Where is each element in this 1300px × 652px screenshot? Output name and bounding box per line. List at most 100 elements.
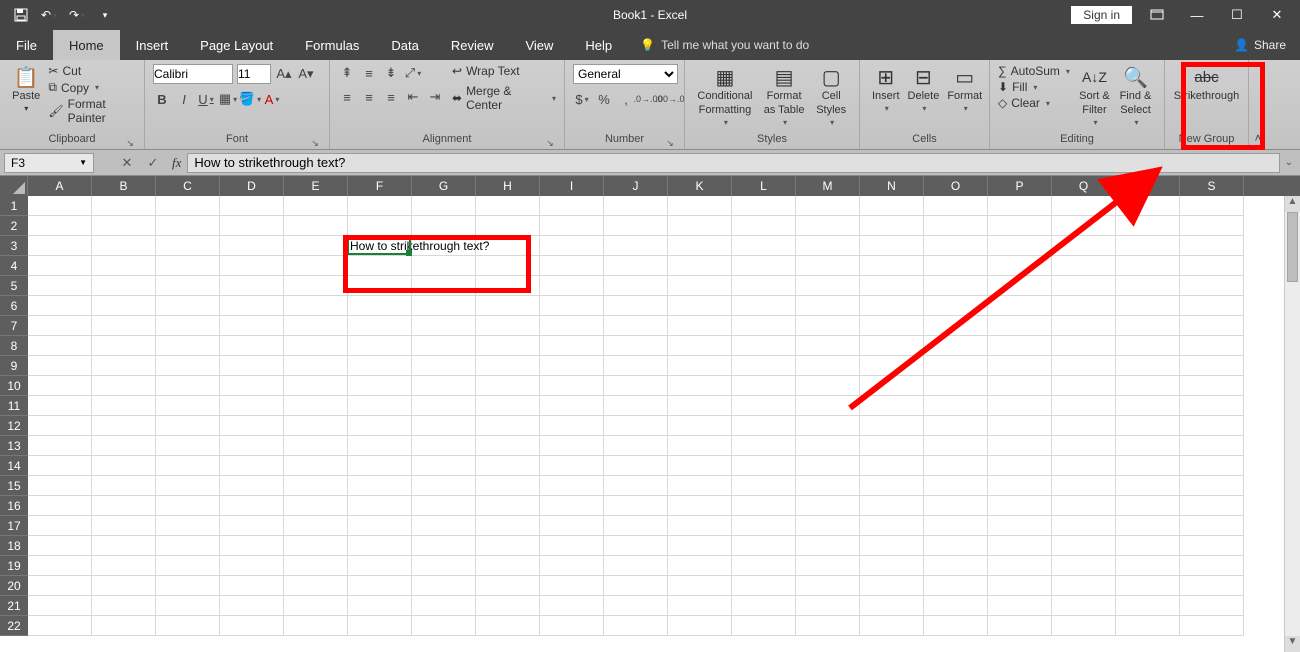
cell[interactable]: How to strikethrough text?: [348, 236, 412, 256]
row-header[interactable]: 2: [0, 216, 28, 236]
cell[interactable]: [732, 476, 796, 496]
cell[interactable]: [860, 376, 924, 396]
cell[interactable]: [348, 516, 412, 536]
cell[interactable]: [220, 216, 284, 236]
cell[interactable]: [668, 276, 732, 296]
cell[interactable]: [348, 196, 412, 216]
tab-insert[interactable]: Insert: [120, 30, 185, 60]
row-header[interactable]: 7: [0, 316, 28, 336]
cell[interactable]: [28, 296, 92, 316]
column-header[interactable]: L: [732, 176, 796, 196]
cell[interactable]: [668, 616, 732, 636]
cell[interactable]: [1052, 356, 1116, 376]
cell[interactable]: [1116, 436, 1180, 456]
cell[interactable]: [348, 596, 412, 616]
cell[interactable]: [988, 216, 1052, 236]
cell[interactable]: [988, 356, 1052, 376]
cell[interactable]: [156, 396, 220, 416]
cell[interactable]: [156, 556, 220, 576]
cell[interactable]: [796, 536, 860, 556]
cell[interactable]: [732, 576, 796, 596]
row-header[interactable]: 16: [0, 496, 28, 516]
cell[interactable]: [220, 476, 284, 496]
cell[interactable]: [604, 236, 668, 256]
cell[interactable]: [1180, 416, 1244, 436]
cell[interactable]: [412, 196, 476, 216]
cell[interactable]: [1116, 516, 1180, 536]
copy-button[interactable]: ⧉Copy: [48, 80, 136, 95]
cell[interactable]: [412, 336, 476, 356]
cell[interactable]: [1116, 556, 1180, 576]
cell[interactable]: [540, 596, 604, 616]
comma-format-icon[interactable]: ,: [617, 90, 635, 108]
column-header[interactable]: Q: [1052, 176, 1116, 196]
cell[interactable]: [28, 596, 92, 616]
font-size-combo[interactable]: [237, 64, 271, 84]
cell[interactable]: [796, 496, 860, 516]
increase-font-icon[interactable]: A▴: [275, 65, 293, 83]
tab-page-layout[interactable]: Page Layout: [184, 30, 289, 60]
cell[interactable]: [92, 516, 156, 536]
cell[interactable]: [348, 336, 412, 356]
save-icon[interactable]: [10, 4, 32, 26]
cell[interactable]: [988, 476, 1052, 496]
cell[interactable]: [1116, 356, 1180, 376]
cell[interactable]: [540, 256, 604, 276]
close-button[interactable]: ✕: [1262, 1, 1292, 29]
cell[interactable]: [732, 396, 796, 416]
formula-bar-input[interactable]: [187, 153, 1280, 173]
cell[interactable]: [284, 336, 348, 356]
cell[interactable]: [156, 616, 220, 636]
cell[interactable]: [796, 476, 860, 496]
cell[interactable]: [860, 576, 924, 596]
cell[interactable]: [796, 216, 860, 236]
cell[interactable]: [284, 276, 348, 296]
cell[interactable]: [1180, 216, 1244, 236]
cell[interactable]: [668, 336, 732, 356]
cell[interactable]: [220, 616, 284, 636]
cell[interactable]: [1052, 496, 1116, 516]
cell[interactable]: [668, 396, 732, 416]
cell[interactable]: [540, 576, 604, 596]
cell[interactable]: [348, 376, 412, 396]
tab-review[interactable]: Review: [435, 30, 510, 60]
cell[interactable]: [476, 396, 540, 416]
sign-in-button[interactable]: Sign in: [1071, 6, 1132, 24]
cell[interactable]: [860, 216, 924, 236]
cell[interactable]: [1116, 456, 1180, 476]
cell[interactable]: [860, 496, 924, 516]
cell[interactable]: [988, 576, 1052, 596]
cell[interactable]: [220, 356, 284, 376]
cell[interactable]: [988, 436, 1052, 456]
row-header[interactable]: 20: [0, 576, 28, 596]
row-header[interactable]: 15: [0, 476, 28, 496]
cell[interactable]: [924, 316, 988, 336]
cell[interactable]: [796, 316, 860, 336]
scroll-up-button[interactable]: ▲: [1285, 196, 1300, 212]
cell[interactable]: [668, 576, 732, 596]
column-header[interactable]: B: [92, 176, 156, 196]
column-header[interactable]: K: [668, 176, 732, 196]
cell[interactable]: [284, 396, 348, 416]
accounting-format-icon[interactable]: $: [573, 90, 591, 108]
row-header[interactable]: 4: [0, 256, 28, 276]
cell[interactable]: [1052, 236, 1116, 256]
cell[interactable]: [540, 556, 604, 576]
increase-indent-icon[interactable]: ⇥: [426, 88, 444, 106]
cell[interactable]: [1116, 276, 1180, 296]
cell[interactable]: [860, 536, 924, 556]
row-header[interactable]: 11: [0, 396, 28, 416]
cell[interactable]: [924, 216, 988, 236]
cell[interactable]: [668, 356, 732, 376]
cell[interactable]: [1180, 376, 1244, 396]
cell[interactable]: [412, 216, 476, 236]
cell[interactable]: [156, 336, 220, 356]
cell[interactable]: [92, 476, 156, 496]
cell[interactable]: [1052, 436, 1116, 456]
cell[interactable]: [28, 416, 92, 436]
cell[interactable]: [796, 336, 860, 356]
cell[interactable]: [540, 396, 604, 416]
cell[interactable]: [412, 516, 476, 536]
cell[interactable]: [668, 216, 732, 236]
insert-cells-button[interactable]: ⊞ Insert: [868, 64, 904, 116]
